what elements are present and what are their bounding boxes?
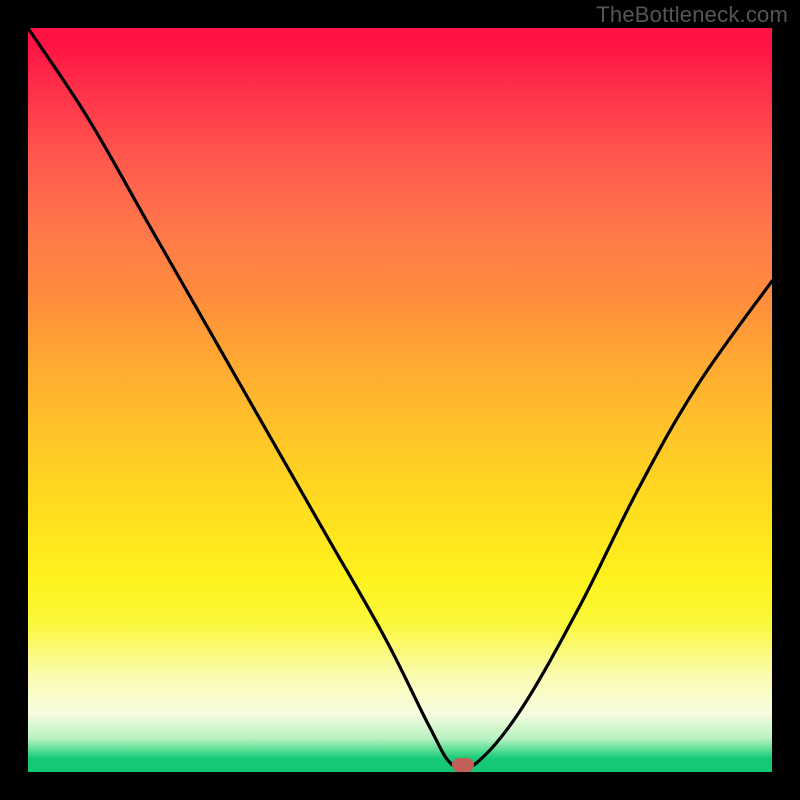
plot-area bbox=[28, 28, 772, 772]
curve-layer bbox=[28, 28, 772, 772]
chart-frame: TheBottleneck.com bbox=[0, 0, 800, 800]
attribution-text: TheBottleneck.com bbox=[596, 2, 788, 28]
min-marker bbox=[452, 758, 474, 772]
bottleneck-curve bbox=[28, 28, 772, 771]
